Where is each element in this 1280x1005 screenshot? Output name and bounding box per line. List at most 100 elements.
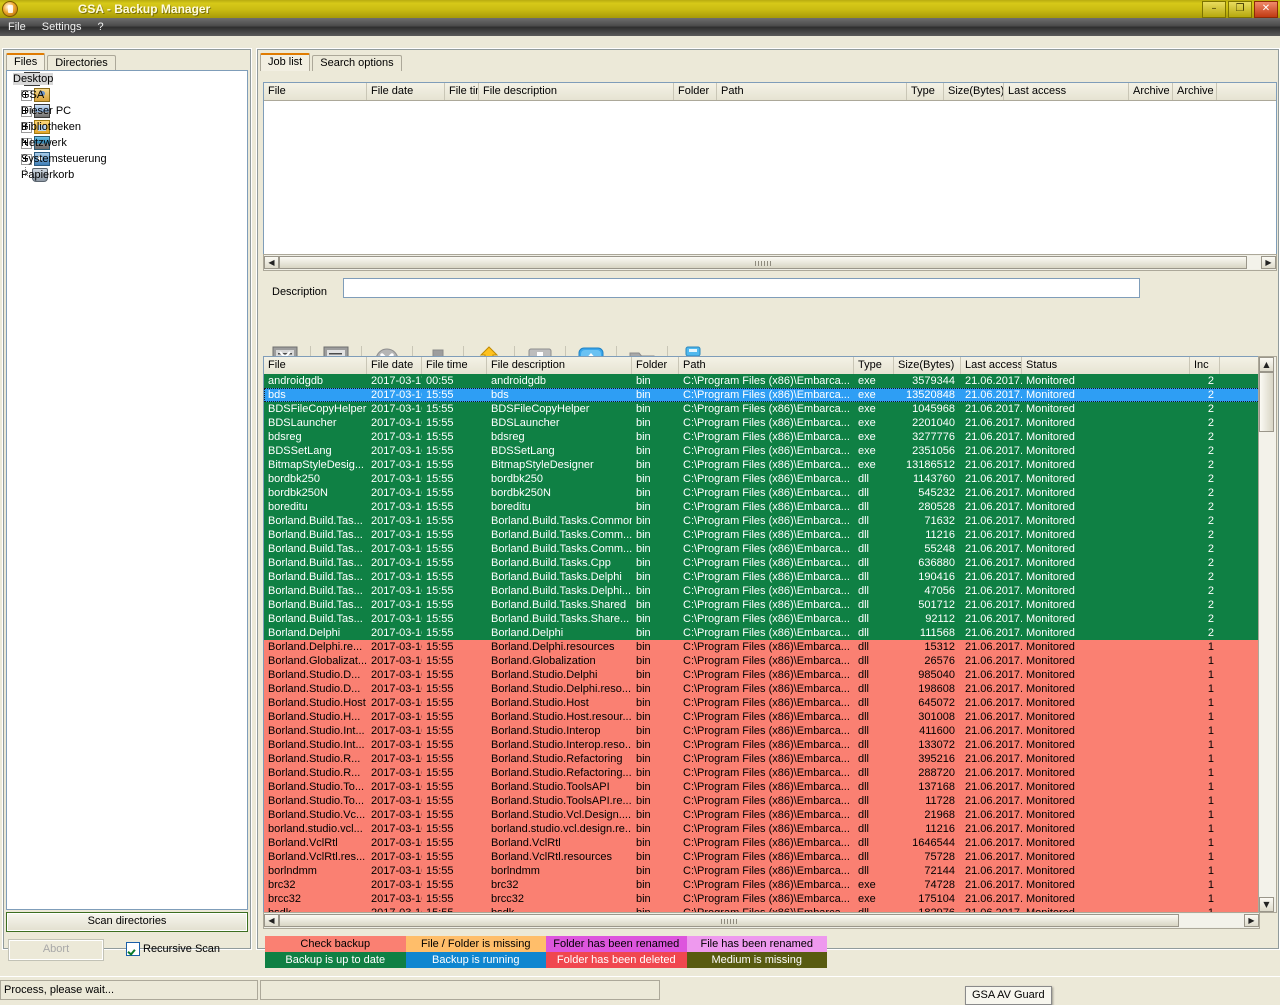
job-grid-hscroll-track[interactable] — [279, 914, 1244, 927]
tab-search-options[interactable]: Search options — [312, 55, 401, 71]
job-grid-col-last-access[interactable]: Last access — [961, 357, 1022, 374]
tree-item-papierkorb[interactable]: Papierkorb — [7, 167, 247, 183]
table-row[interactable]: Borland.Studio.D...2017-03-1615:55Borlan… — [264, 668, 1276, 682]
table-row[interactable]: BDSSetLang2017-03-1615:55BDSSetLangbinC:… — [264, 444, 1276, 458]
app-icon[interactable] — [2, 1, 18, 17]
job-grid-col-size-bytes-[interactable]: Size(Bytes) — [894, 357, 961, 374]
job-grid-col-path[interactable]: Path — [679, 357, 854, 374]
top-grid-col-last-access[interactable]: Last access — [1004, 83, 1129, 100]
table-row[interactable]: BDSLauncher2017-03-1615:55BDSLauncherbin… — [264, 416, 1276, 430]
job-grid-body[interactable]: androidgdb2017-03-1700:55androidgdbbinC:… — [264, 374, 1276, 912]
table-row[interactable]: Borland.Globalizat...2017-03-1615:55Borl… — [264, 654, 1276, 668]
table-row[interactable]: Borland.Studio.D...2017-03-1615:55Borlan… — [264, 682, 1276, 696]
scroll-down-icon[interactable]: ▼ — [1259, 897, 1274, 912]
minimize-button[interactable]: – — [1202, 1, 1226, 18]
scan-directories-button[interactable]: Scan directories — [6, 912, 248, 932]
job-grid-vscroll-track[interactable] — [1259, 372, 1276, 897]
top-grid-col-archive[interactable]: Archive — [1173, 83, 1217, 100]
menu-item-help[interactable]: ? — [89, 20, 111, 34]
scroll-up-icon[interactable]: ▲ — [1259, 357, 1274, 372]
table-row[interactable]: bordbk2502017-03-1615:55bordbk250binC:\P… — [264, 472, 1276, 486]
tree-item-desktop[interactable]: Desktop — [7, 71, 247, 87]
table-row[interactable]: Borland.Studio.H...2017-03-1615:55Borlan… — [264, 710, 1276, 724]
scroll-right-icon[interactable]: ▶ — [1244, 914, 1259, 927]
top-grid-header[interactable]: FileFile dateFile timeFile descriptionFo… — [264, 83, 1276, 101]
job-grid-col-folder[interactable]: Folder — [632, 357, 679, 374]
job-grid-vscrollbar[interactable]: ▲ ▼ — [1258, 356, 1277, 913]
scroll-left-icon[interactable]: ◀ — [264, 256, 279, 269]
table-row[interactable]: Borland.Build.Tas...2017-03-1615:55Borla… — [264, 612, 1276, 626]
table-row[interactable]: Borland.Build.Tas...2017-03-1615:55Borla… — [264, 542, 1276, 556]
close-button[interactable]: ✕ — [1254, 1, 1278, 18]
top-grid-col-size-bytes-[interactable]: Size(Bytes) — [944, 83, 1004, 100]
recursive-scan-checkbox[interactable] — [126, 942, 140, 956]
table-row[interactable]: Borland.Build.Tas...2017-03-1615:55Borla… — [264, 514, 1276, 528]
table-row[interactable]: Borland.VclRtl.res...2017-03-1615:55Borl… — [264, 850, 1276, 864]
table-row[interactable]: BitmapStyleDesig...2017-03-1615:55Bitmap… — [264, 458, 1276, 472]
table-row[interactable]: borlndmm2017-03-1615:55borlndmmbinC:\Pro… — [264, 864, 1276, 878]
top-grid-col-folder[interactable]: Folder — [674, 83, 717, 100]
top-grid-hscroll-thumb[interactable] — [279, 256, 1247, 269]
folder-tree[interactable]: DesktopGSADieser PCBibliothekenNetzwerkS… — [6, 70, 248, 910]
table-row[interactable]: Borland.Build.Tas...2017-03-1615:55Borla… — [264, 598, 1276, 612]
table-row[interactable]: Borland.Build.Tas...2017-03-1615:55Borla… — [264, 556, 1276, 570]
job-grid-col-status[interactable]: Status — [1022, 357, 1190, 374]
tree-item-netzwerk[interactable]: Netzwerk — [7, 135, 247, 151]
job-grid-hscrollbar[interactable]: ◀ ▶ — [263, 912, 1260, 929]
table-row[interactable]: bdsreg2017-03-1615:55bdsregbinC:\Program… — [264, 430, 1276, 444]
job-grid-col-file-date[interactable]: File date — [367, 357, 422, 374]
table-row[interactable]: Borland.Studio.Vc...2017-03-1615:55Borla… — [264, 808, 1276, 822]
job-grid-header[interactable]: FileFile dateFile timeFile descriptionFo… — [264, 357, 1276, 375]
job-grid-col-inc[interactable]: Inc — [1190, 357, 1220, 374]
tab-files[interactable]: Files — [6, 53, 45, 71]
top-grid-col-file[interactable]: File — [264, 83, 367, 100]
table-row[interactable]: androidgdb2017-03-1700:55androidgdbbinC:… — [264, 374, 1276, 388]
top-file-grid[interactable]: FileFile dateFile timeFile descriptionFo… — [263, 82, 1277, 258]
scroll-left-icon[interactable]: ◀ — [264, 914, 279, 927]
recursive-scan-row[interactable]: Recursive Scan — [126, 942, 220, 956]
top-grid-hscroll-track[interactable] — [279, 256, 1261, 269]
table-row[interactable]: Borland.Studio.To...2017-03-1615:55Borla… — [264, 780, 1276, 794]
tree-item-dieser-pc[interactable]: Dieser PC — [7, 103, 247, 119]
tree-item-bibliotheken[interactable]: Bibliotheken — [7, 119, 247, 135]
table-row[interactable]: Borland.Build.Tas...2017-03-1615:55Borla… — [264, 528, 1276, 542]
table-row[interactable]: brc322017-03-1615:55brc32binC:\Program F… — [264, 878, 1276, 892]
maximize-button[interactable]: ❐ — [1228, 1, 1252, 18]
top-grid-col-file-time[interactable]: File time — [445, 83, 479, 100]
menu-item-file[interactable]: File — [0, 20, 34, 34]
top-grid-col-file-date[interactable]: File date — [367, 83, 445, 100]
job-grid-col-type[interactable]: Type — [854, 357, 894, 374]
table-row[interactable]: brcc322017-03-1615:55brcc32binC:\Program… — [264, 892, 1276, 906]
top-grid-col-type[interactable]: Type — [907, 83, 944, 100]
job-grid-vscroll-thumb[interactable] — [1259, 372, 1274, 432]
tree-item-systemsteuerung[interactable]: Systemsteuerung — [7, 151, 247, 167]
table-row[interactable]: borland.studio.vcl...2017-03-1615:55borl… — [264, 822, 1276, 836]
description-input[interactable] — [343, 278, 1140, 298]
table-row[interactable]: Borland.Studio.R...2017-03-1615:55Borlan… — [264, 766, 1276, 780]
top-grid-col-path[interactable]: Path — [717, 83, 907, 100]
table-row[interactable]: Borland.Studio.Int...2017-03-1615:55Borl… — [264, 738, 1276, 752]
job-grid-hscroll-thumb[interactable] — [279, 914, 1179, 927]
tree-item-gsa[interactable]: GSA — [7, 87, 247, 103]
tab-job-list[interactable]: Job list — [260, 53, 310, 71]
table-row[interactable]: BDSFileCopyHelper2017-03-1615:55BDSFileC… — [264, 402, 1276, 416]
menu-item-settings[interactable]: Settings — [34, 20, 90, 34]
table-row[interactable]: bds2017-03-1615:55bdsbinC:\Program Files… — [264, 388, 1276, 402]
table-row[interactable]: bordbk250N2017-03-1615:55bordbk250NbinC:… — [264, 486, 1276, 500]
top-grid-body[interactable] — [264, 100, 1276, 257]
abort-button[interactable]: Abort — [8, 939, 104, 961]
top-grid-col-archive[interactable]: Archive — [1129, 83, 1173, 100]
table-row[interactable]: Borland.Studio.To...2017-03-1615:55Borla… — [264, 794, 1276, 808]
job-grid-col-file-time[interactable]: File time — [422, 357, 487, 374]
table-row[interactable]: Borland.Delphi.re...2017-03-1615:55Borla… — [264, 640, 1276, 654]
table-row[interactable]: Borland.Build.Tas...2017-03-1615:55Borla… — [264, 584, 1276, 598]
table-row[interactable]: Borland.Delphi2017-03-1615:55Borland.Del… — [264, 626, 1276, 640]
table-row[interactable]: Borland.Build.Tas...2017-03-1615:55Borla… — [264, 570, 1276, 584]
job-grid[interactable]: FileFile dateFile timeFile descriptionFo… — [263, 356, 1277, 913]
tab-directories[interactable]: Directories — [47, 55, 116, 71]
top-grid-col-file-description[interactable]: File description — [479, 83, 674, 100]
table-row[interactable]: Borland.Studio.Host2017-03-1615:55Borlan… — [264, 696, 1276, 710]
table-row[interactable]: boreditu2017-03-1615:55boreditubinC:\Pro… — [264, 500, 1276, 514]
table-row[interactable]: Borland.Studio.Int...2017-03-1615:55Borl… — [264, 724, 1276, 738]
table-row[interactable]: Borland.VclRtl2017-03-1615:55Borland.Vcl… — [264, 836, 1276, 850]
